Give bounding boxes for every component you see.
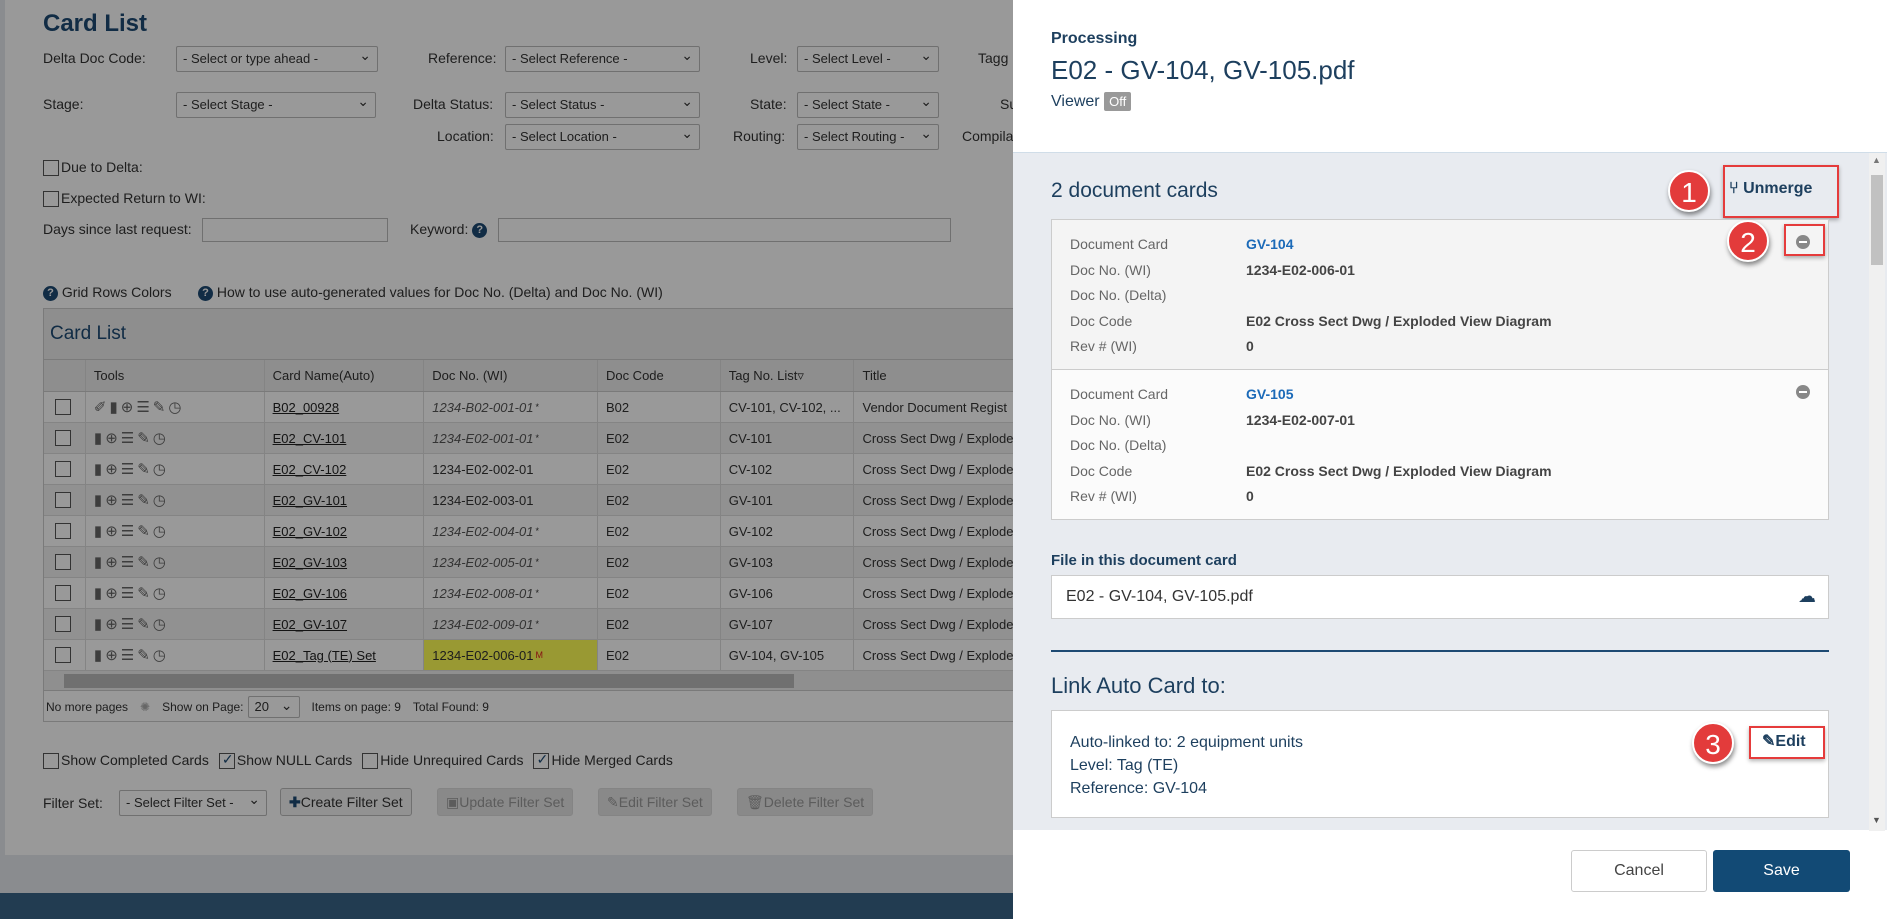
field-label: Rev # (WI) <box>1070 488 1137 504</box>
field-value: E02 Cross Sect Dwg / Exploded View Diagr… <box>1246 462 1552 479</box>
viewer-off-badge[interactable]: Off <box>1104 92 1132 111</box>
card-field: Doc No. (WI) 1234-E02-007-01 <box>1070 412 1355 428</box>
field-label: Doc Code <box>1070 312 1133 329</box>
field-value: E02 Cross Sect Dwg / Exploded View Diagr… <box>1246 312 1552 329</box>
card-field: Doc Code E02 Cross Sect Dwg / Exploded Vi… <box>1070 313 1552 329</box>
cloud-download-icon[interactable]: ☁ <box>1798 586 1816 607</box>
cancel-button[interactable]: Cancel <box>1571 850 1707 892</box>
file-name: E02 - GV-104, GV-105.pdf <box>1066 588 1253 605</box>
link-heading: Link Auto Card to: <box>1051 673 1226 698</box>
remove-card-icon[interactable] <box>1796 385 1810 399</box>
viewer-toggle[interactable]: Viewer Off <box>1051 92 1132 111</box>
field-label: Rev # (WI) <box>1070 338 1137 354</box>
callout-box-1 <box>1723 165 1839 218</box>
file-field[interactable]: E02 - GV-104, GV-105.pdf ☁ <box>1051 575 1829 619</box>
field-label: Doc No. (WI) <box>1070 411 1151 428</box>
scroll-down-icon[interactable]: ▼ <box>1872 815 1881 825</box>
card-field: Doc No. (Delta) <box>1070 287 1246 303</box>
panel-body: 2 document cards ⑂ Unmerge 1 Document Ca… <box>1013 152 1887 831</box>
scroll-up-icon[interactable]: ▲ <box>1872 155 1881 165</box>
processing-panel: Processing E02 - GV-104, GV-105.pdf View… <box>1013 0 1887 919</box>
field-value: 0 <box>1246 338 1254 354</box>
callout-box-3 <box>1749 726 1825 759</box>
document-card-2: Document Card GV-105 Doc No. (WI) 1234-E02-… <box>1051 369 1829 520</box>
field-value: 0 <box>1246 488 1254 504</box>
field-value: 1234-E02-007-01 <box>1246 411 1355 428</box>
card-field: Doc Code E02 Cross Sect Dwg / Exploded Vi… <box>1070 463 1552 479</box>
card-field: Doc No. (Delta) <box>1070 437 1246 453</box>
panel-subtitle: Processing <box>1051 30 1138 47</box>
field-label: Document Card <box>1070 386 1169 402</box>
level-text: Level: Tag (TE) <box>1070 757 1179 774</box>
link-info: Auto-linked to: 2 equipment units Level:… <box>1070 731 1303 800</box>
callout-badge-2: 2 <box>1727 220 1769 262</box>
file-label: File in this document card <box>1051 552 1237 569</box>
vertical-scrollbar[interactable]: ▲ ▼ <box>1869 153 1885 831</box>
viewer-label: Viewer <box>1051 93 1100 110</box>
field-label: Doc No. (Delta) <box>1070 287 1167 303</box>
field-label: Doc Code <box>1070 462 1133 479</box>
document-card-link[interactable]: GV-105 <box>1246 386 1293 402</box>
card-field: Doc No. (WI) 1234-E02-006-01 <box>1070 262 1355 278</box>
callout-badge-3: 3 <box>1692 722 1734 764</box>
field-value: 1234-E02-006-01 <box>1246 261 1355 278</box>
scrollbar-thumb[interactable] <box>1871 175 1883 265</box>
save-button[interactable]: Save <box>1713 850 1850 892</box>
auto-linked-text: Auto-linked to: 2 equipment units <box>1070 734 1304 751</box>
document-card-1: Document Card GV-104 Doc No. (WI) 1234-E02-… <box>1051 219 1829 370</box>
reference-text: Reference: GV-104 <box>1070 780 1207 797</box>
card-field: Rev # (WI) 0 <box>1070 338 1254 354</box>
card-field: Document Card GV-105 <box>1070 386 1293 402</box>
panel-title: E02 - GV-104, GV-105.pdf <box>1051 55 1355 85</box>
card-field: Document Card GV-104 <box>1070 236 1293 252</box>
callout-badge-1: 1 <box>1668 170 1710 212</box>
field-label: Doc No. (WI) <box>1070 261 1151 278</box>
callout-box-2 <box>1784 224 1825 256</box>
field-label: Doc No. (Delta) <box>1070 437 1167 453</box>
cards-heading: 2 document cards <box>1051 179 1218 202</box>
card-field: Rev # (WI) 0 <box>1070 488 1254 504</box>
field-label: Document Card <box>1070 236 1169 252</box>
document-card-link[interactable]: GV-104 <box>1246 236 1293 252</box>
divider <box>1051 650 1829 652</box>
